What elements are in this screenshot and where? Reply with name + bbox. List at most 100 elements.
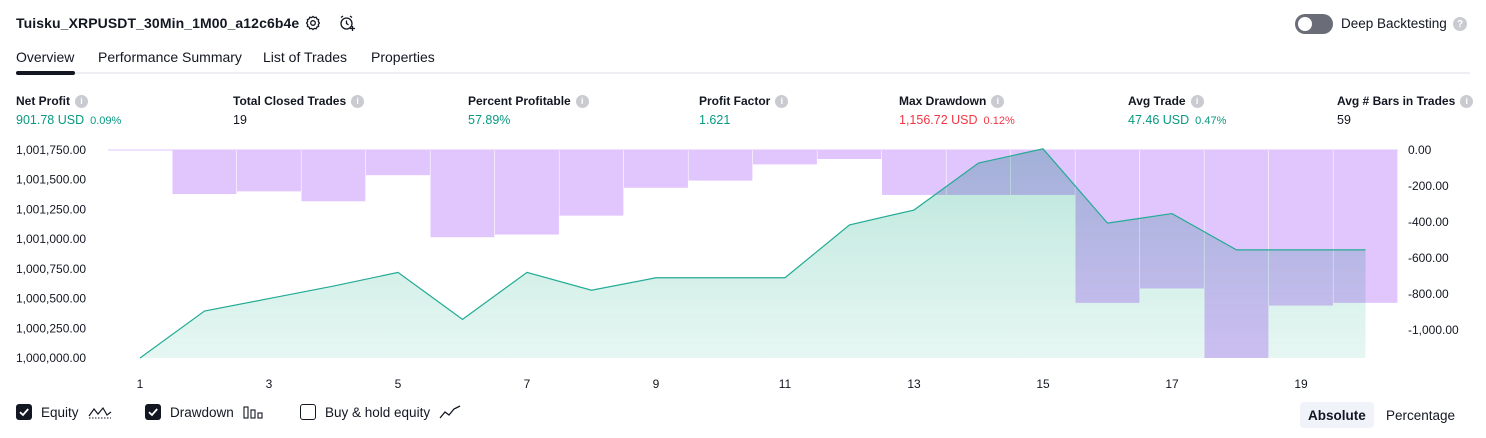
tab-list-of-trades[interactable]: List of Trades [263, 49, 347, 65]
tab-properties[interactable]: Properties [371, 49, 435, 65]
drawdown-bar [495, 150, 559, 235]
stat-value: 19 [233, 113, 247, 127]
buy-hold-label: Buy & hold equity [325, 404, 431, 420]
stat-value-text: 1,156.72 USD [899, 113, 978, 127]
y-axis-left-tick: 1,000,250.00 [16, 321, 86, 335]
stat-label: Percent Profitable i [468, 94, 589, 108]
x-axis-tick: 15 [1036, 377, 1050, 391]
stat-label: Net Profit i [16, 94, 88, 108]
add-alert-icon-svg [340, 15, 355, 31]
stat-value-text: 1.621 [699, 113, 731, 127]
x-axis-tick: 3 [266, 377, 273, 391]
stat-label-text: Profit Factor [699, 94, 771, 108]
equity-label: Equity [41, 404, 79, 420]
drawdown-checkbox[interactable] [145, 404, 161, 420]
y-axis-right-tick: 0.00 [1408, 143, 1432, 157]
drawdown-bar [301, 150, 366, 202]
drawdown-bar [172, 150, 237, 195]
info-icon[interactable]: i [991, 94, 1005, 108]
info-icon[interactable]: i [775, 94, 789, 108]
stat-value: 57.89% [468, 113, 510, 127]
stat-value-text: 57.89% [468, 113, 511, 127]
drawdown-bar [559, 150, 624, 216]
y-axis-left-tick: 1,001,500.00 [16, 173, 86, 187]
drawdown-bar [430, 150, 495, 238]
info-icon[interactable]: i [1460, 94, 1474, 108]
equity-line-icon [88, 406, 111, 419]
drawdown-bar [366, 150, 430, 176]
absolute-button[interactable]: Absolute [1300, 402, 1374, 428]
deep-backtesting-label: Deep Backtesting [1341, 16, 1447, 31]
tab-performance-summary[interactable]: Performance Summary [98, 49, 242, 65]
drawdown-bar [688, 150, 753, 181]
legend-drawdown[interactable]: Drawdown [145, 404, 265, 420]
drawdown-label: Drawdown [170, 404, 234, 420]
equity-checkbox[interactable] [16, 404, 32, 420]
y-axis-left-tick: 1,000,750.00 [16, 262, 86, 276]
percentage-button[interactable]: Percentage [1378, 402, 1463, 428]
drawdown-bars-icon [243, 406, 263, 419]
stat-label: Profit Factor i [699, 94, 789, 108]
x-axis-tick: 13 [907, 377, 921, 391]
stat-value-text: 47.46 USD [1128, 113, 1190, 127]
toggle-knob [1298, 17, 1312, 31]
y-axis-left-tick: 1,000,500.00 [16, 292, 86, 306]
info-icon[interactable]: i [575, 94, 589, 108]
y-axis-left-tick: 1,001,250.00 [16, 202, 86, 216]
stat-label-text: Max Drawdown [899, 94, 987, 108]
stat-value-text: 19 [233, 113, 247, 127]
deep-backtesting-toggle[interactable] [1295, 14, 1333, 34]
y-axis-right-tick: -200.00 [1408, 179, 1449, 193]
info-icon[interactable]: i [75, 94, 88, 108]
add-alert-icon[interactable] [336, 12, 358, 34]
check-icon [148, 408, 158, 417]
stat-label-text: Total Closed Trades [233, 94, 347, 108]
stat-label: Avg Trade i [1128, 94, 1204, 108]
x-axis-tick: 5 [395, 377, 402, 391]
stat-label-text: Avg # Bars in Trades [1337, 94, 1456, 108]
stat-label-text: Net Profit [16, 94, 70, 108]
drawdown-bar [624, 150, 688, 188]
strategy-title: Tuisku_XRPUSDT_30Min_1M00_a12c6b4e [16, 15, 300, 31]
x-axis-tick: 1 [137, 377, 144, 391]
tabs-divider [16, 72, 1470, 74]
y-axis-right-tick: -1,000.00 [1408, 323, 1459, 337]
stat-value: 901.78 USD 0.09% [16, 113, 121, 127]
equity-drawdown-chart: 1,001,750.00 1,001,500.00 1,001,250.00 1,00… [16, 143, 1459, 391]
drawdown-bar [882, 150, 946, 195]
active-tab-indicator [16, 71, 75, 75]
y-axis-right-tick: -600.00 [1408, 251, 1449, 265]
stat-value: 47.46 USD 0.47% [1128, 113, 1226, 127]
stat-percent: 0.47% [1195, 115, 1227, 127]
stat-value-text: 901.78 USD [16, 113, 85, 127]
drawdown-bar [237, 150, 301, 192]
info-icon[interactable]: i [351, 94, 365, 108]
stat-label-text: Percent Profitable [468, 94, 571, 108]
drawdown-bar [817, 150, 882, 159]
legend-equity[interactable]: Equity [16, 404, 112, 420]
y-axis-left-tick: 1,001,000.00 [16, 232, 86, 246]
y-axis-right-tick: -400.00 [1408, 215, 1449, 229]
x-axis-tick: 11 [779, 377, 792, 391]
y-axis-right-tick: -800.00 [1408, 287, 1449, 301]
help-icon[interactable]: ? [1453, 17, 1467, 31]
settings-icon[interactable] [302, 12, 324, 34]
x-axis-tick: 17 [1165, 377, 1179, 391]
stat-percent: 0.12% [983, 115, 1015, 127]
x-axis-tick: 19 [1294, 377, 1308, 391]
stat-percent: 0.09% [90, 115, 122, 127]
settings-icon-svg [305, 15, 321, 31]
stat-label: Avg # Bars in Trades i [1337, 94, 1474, 108]
tab-overview[interactable]: Overview [16, 49, 74, 65]
stat-value: 1.621 [699, 113, 730, 127]
info-icon[interactable]: i [1190, 94, 1204, 108]
legend-buy-hold[interactable]: Buy & hold equity [300, 404, 461, 420]
stat-label-text: Avg Trade [1128, 94, 1186, 108]
buy-hold-checkbox[interactable] [300, 404, 316, 420]
buy-hold-line-icon [439, 405, 461, 419]
x-axis-tick: 9 [653, 377, 660, 391]
stat-label: Max Drawdown i [899, 94, 1005, 108]
check-icon [19, 408, 29, 417]
y-axis-left-tick: 1,001,750.00 [16, 143, 86, 157]
stat-value: 59 [1337, 113, 1351, 127]
